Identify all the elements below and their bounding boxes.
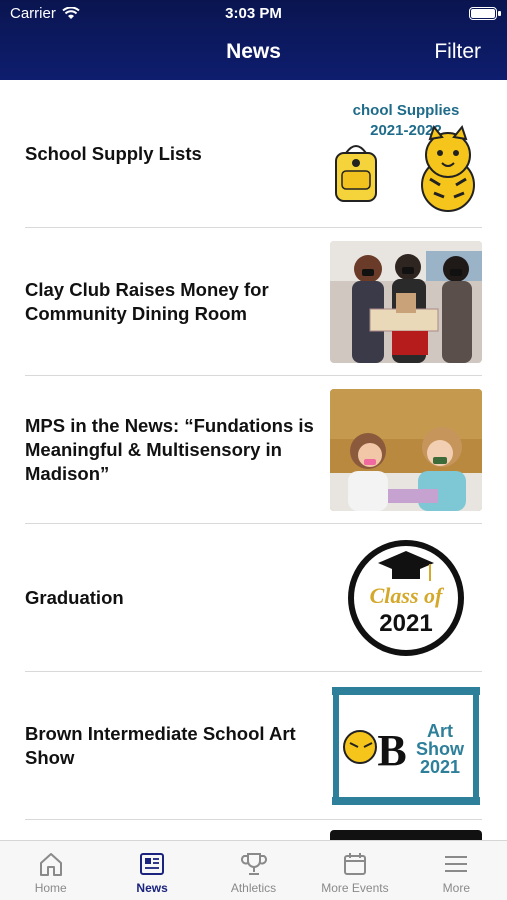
nav-header: Carrier 3:03 PM News Filter (0, 0, 507, 80)
tab-label: News (136, 881, 168, 895)
status-time: 3:03 PM (225, 5, 282, 22)
news-item-clay-club[interactable]: Clay Club Raises Money for Community Din… (25, 228, 482, 376)
news-thumbnail (330, 240, 482, 363)
battery-icon (469, 7, 497, 20)
tab-label: Home (34, 881, 67, 895)
news-list[interactable]: School Supply Lists chool Supplies 2021-… (0, 80, 507, 840)
filter-button[interactable]: Filter (434, 40, 481, 64)
thumb-caption: Art (427, 721, 453, 741)
battery-tip (498, 11, 501, 16)
news-title: Graduation (25, 586, 124, 608)
next-news-thumbnail (330, 830, 482, 840)
news-item-art-show[interactable]: Brown Intermediate School Art Show B Art… (25, 672, 482, 820)
thumb-caption: Class of (370, 583, 445, 608)
thumb-caption: 2021 (420, 757, 460, 777)
news-item-graduation[interactable]: Graduation Class of 2021 (25, 524, 482, 672)
news-thumbnail (330, 388, 482, 511)
news-item-fundations[interactable]: MPS in the News: “Fundations is Meaningf… (25, 376, 482, 524)
tab-more-events[interactable]: More Events (304, 841, 405, 900)
news-title: MPS in the News: “Fundations is Meaningf… (25, 414, 314, 484)
thumb-caption: Show (416, 739, 465, 759)
news-icon (140, 853, 165, 875)
menu-icon (445, 856, 468, 872)
tab-label: More Events (321, 881, 389, 895)
calendar-icon (343, 853, 366, 875)
news-thumbnail: chool Supplies 2021-2022 (330, 92, 482, 215)
page-title: News (226, 40, 281, 63)
trophy-icon (240, 853, 267, 875)
tab-label: More (442, 881, 470, 895)
thumb-logo: B (377, 726, 406, 775)
tab-home[interactable]: Home (0, 841, 101, 900)
news-title: Clay Club Raises Money for Community Din… (25, 278, 269, 324)
news-title: School Supply Lists (25, 142, 202, 164)
news-item-school-supply[interactable]: School Supply Lists chool Supplies 2021-… (25, 80, 482, 228)
thumb-caption: 2021 (379, 610, 432, 637)
thumb-caption: chool Supplies (353, 102, 460, 119)
news-thumbnail: Class of 2021 (330, 536, 482, 659)
tab-label: Athletics (230, 881, 277, 895)
news-title: Brown Intermediate School Art Show (25, 722, 296, 768)
tab-news[interactable]: News (101, 841, 202, 900)
home-icon (39, 853, 62, 876)
news-thumbnail: B Art Show 2021 (330, 684, 482, 807)
status-bar: Carrier 3:03 PM (0, 0, 507, 28)
tab-bar: Home News Athletics More Events More (0, 840, 507, 900)
tab-athletics[interactable]: Athletics (203, 841, 304, 900)
tab-more[interactable]: More (406, 841, 507, 900)
